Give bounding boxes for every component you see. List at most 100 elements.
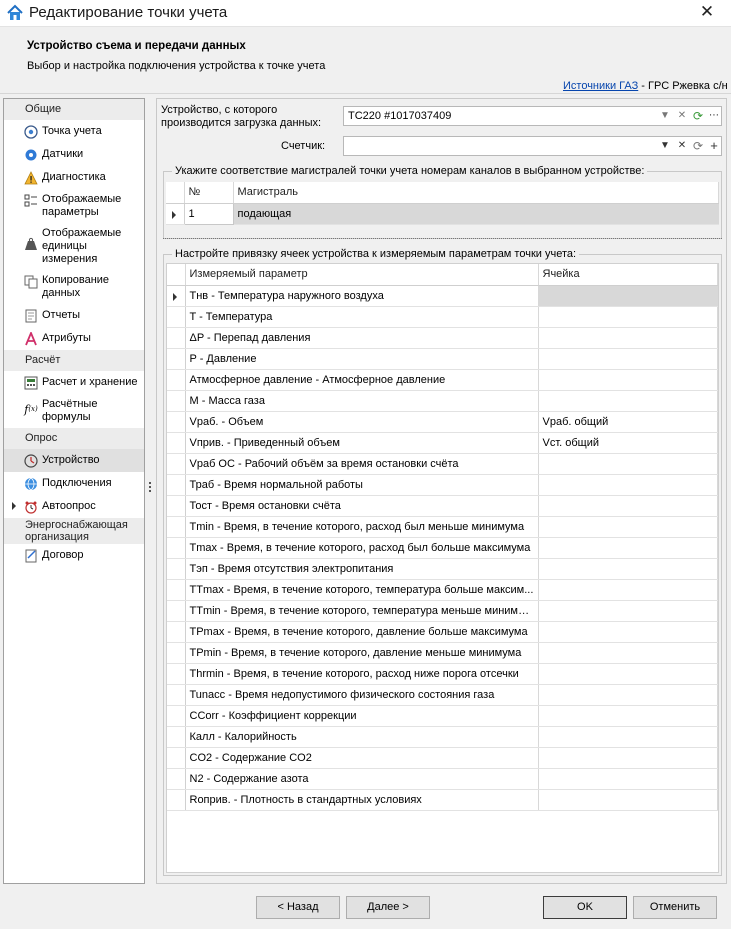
device-cell[interactable] (538, 558, 718, 580)
table-row[interactable]: TTmax - Время, в течение которого, темпе… (167, 579, 718, 601)
param-cell[interactable]: Tmax - Время, в течение которого, расход… (185, 537, 539, 559)
device-cell[interactable] (538, 663, 718, 685)
splitter-handle[interactable] (148, 480, 152, 500)
param-cell[interactable]: Vприв. - Приведенный объем (185, 432, 539, 454)
table-row[interactable]: Тэп - Время отсутствия электропитания (167, 558, 718, 580)
param-cell[interactable]: Тнв - Температура наружного воздуха (185, 285, 539, 307)
sidebar-item-display-units[interactable]: Отображаемые единицы измерения (4, 223, 144, 270)
param-cell[interactable]: TTmax - Время, в течение которого, темпе… (185, 579, 539, 601)
table-row[interactable]: Тнв - Температура наружного воздуха (167, 285, 718, 307)
param-cell[interactable]: Траб - Время нормальной работы (185, 474, 539, 496)
refresh-icon[interactable]: ⟳ (690, 108, 706, 124)
sidebar-item-point[interactable]: Точка учета (4, 120, 144, 143)
table-row[interactable]: Vраб ОС - Рабочий объём за время останов… (167, 453, 718, 475)
breadcrumb-link[interactable]: Источники ГАЗ (563, 80, 638, 92)
device-combo[interactable]: TC220 #1017037409 ▼ ✕ ⟳ ⋯ (343, 106, 722, 126)
table-row[interactable]: Калл - Калорийность (167, 726, 718, 748)
param-cell[interactable]: Vраб ОС - Рабочий объём за время останов… (185, 453, 539, 475)
sidebar-item-connections[interactable]: Подключения (4, 472, 144, 495)
table-row[interactable]: TPmax - Время, в течение которого, давле… (167, 621, 718, 643)
counter-combo[interactable]: ▼ ✕ ⟳ + (343, 136, 722, 156)
table-row[interactable]: TPmin - Время, в течение которого, давле… (167, 642, 718, 664)
table-row[interactable]: Vприв. - Приведенный объем Vст. общий (167, 432, 718, 454)
refresh-icon[interactable]: ⟳ (690, 138, 706, 154)
param-cell[interactable]: N2 - Содержание азота (185, 768, 539, 790)
device-cell[interactable] (538, 726, 718, 748)
next-button[interactable]: Далее > (346, 896, 430, 919)
table-row[interactable]: N2 - Содержание азота (167, 768, 718, 790)
param-cell[interactable]: Rоприв. - Плотность в стандартных услови… (185, 789, 539, 811)
table-row[interactable]: Тост - Время остановки счёта (167, 495, 718, 517)
splitter-line[interactable] (163, 238, 722, 239)
param-cell[interactable]: Vраб. - Объем (185, 411, 539, 433)
param-cell[interactable]: TTmin - Время, в течение которого, темпе… (185, 600, 539, 622)
column-header-main[interactable]: Магистраль (233, 182, 719, 204)
param-cell[interactable]: Тост - Время остановки счёта (185, 495, 539, 517)
column-header-param[interactable]: Измеряемый параметр (185, 264, 539, 286)
sidebar-item-diagnostics[interactable]: Диагностика (4, 166, 144, 189)
device-cell[interactable] (538, 684, 718, 706)
expand-arrow-icon[interactable] (12, 502, 16, 510)
chevron-down-icon[interactable]: ▼ (657, 138, 673, 154)
param-cell[interactable]: Tmin - Время, в течение которого, расход… (185, 516, 539, 538)
device-cell[interactable] (538, 306, 718, 328)
param-cell[interactable]: Tunacc - Время недопустимого физического… (185, 684, 539, 706)
device-cell[interactable] (538, 285, 718, 307)
param-cell[interactable]: Тэп - Время отсутствия электропитания (185, 558, 539, 580)
device-cell[interactable] (538, 600, 718, 622)
table-row[interactable]: CO2 - Содержание CO2 (167, 747, 718, 769)
device-cell[interactable] (538, 495, 718, 517)
table-row[interactable]: Vраб. - Объем Vраб. общий (167, 411, 718, 433)
device-cell[interactable]: Vраб. общий (538, 411, 718, 433)
device-cell[interactable] (538, 705, 718, 727)
cancel-button[interactable]: Отменить (633, 896, 717, 919)
sidebar-item-copy-data[interactable]: Копирование данных (4, 270, 144, 304)
device-cell[interactable] (538, 390, 718, 412)
table-row[interactable]: ΔP - Перепад давления (167, 327, 718, 349)
table-row[interactable]: Атмосферное давление - Атмосферное давле… (167, 369, 718, 391)
sidebar-item-calc-storage[interactable]: Расчет и хранение (4, 371, 144, 394)
param-cell[interactable]: ΔP - Перепад давления (185, 327, 539, 349)
device-cell[interactable] (538, 453, 718, 475)
table-row[interactable]: M - Масса газа (167, 390, 718, 412)
device-cell[interactable] (538, 621, 718, 643)
table-row[interactable]: Траб - Время нормальной работы (167, 474, 718, 496)
device-cell[interactable] (538, 537, 718, 559)
device-cell[interactable] (538, 348, 718, 370)
device-cell[interactable]: Vст. общий (538, 432, 718, 454)
clear-icon[interactable]: ✕ (674, 138, 690, 154)
sidebar-item-sensors[interactable]: Датчики (4, 143, 144, 166)
clear-icon[interactable]: ✕ (674, 108, 690, 124)
param-cell[interactable]: Thrmin - Время, в течение которого, расх… (185, 663, 539, 685)
table-row[interactable]: Tmin - Время, в течение которого, расход… (167, 516, 718, 538)
table-row[interactable]: T - Температура (167, 306, 718, 328)
table-row[interactable]: P - Давление (167, 348, 718, 370)
sidebar-item-display-params[interactable]: Отображаемые параметры (4, 189, 144, 223)
column-header-num[interactable]: № (184, 182, 234, 204)
table-row[interactable]: Tunacc - Время недопустимого физического… (167, 684, 718, 706)
table-row[interactable]: Tmax - Время, в течение которого, расход… (167, 537, 718, 559)
param-cell[interactable]: P - Давление (185, 348, 539, 370)
chevron-down-icon[interactable]: ▼ (657, 108, 673, 124)
param-cell[interactable]: Калл - Калорийность (185, 726, 539, 748)
device-cell[interactable] (538, 579, 718, 601)
column-header-cell[interactable]: Ячейка (538, 264, 718, 286)
channel-main-cell[interactable]: подающая (233, 203, 719, 225)
sidebar-item-attributes[interactable]: Атрибуты (4, 327, 144, 350)
device-cell[interactable] (538, 327, 718, 349)
param-cell[interactable]: TPmin - Время, в течение которого, давле… (185, 642, 539, 664)
param-cell[interactable]: CCorr - Коэффициент коррекции (185, 705, 539, 727)
sidebar-item-autopoll[interactable]: Автоопрос (4, 495, 144, 518)
channel-num-cell[interactable]: 1 (183, 202, 234, 225)
param-cell[interactable]: TPmax - Время, в течение которого, давле… (185, 621, 539, 643)
table-row[interactable]: 1 подающая (166, 202, 719, 225)
device-cell[interactable] (538, 768, 718, 790)
param-cell[interactable]: CO2 - Содержание CO2 (185, 747, 539, 769)
table-row[interactable]: CCorr - Коэффициент коррекции (167, 705, 718, 727)
table-row[interactable]: TTmin - Время, в течение которого, темпе… (167, 600, 718, 622)
param-cell[interactable]: M - Масса газа (185, 390, 539, 412)
table-row[interactable]: Rоприв. - Плотность в стандартных услови… (167, 789, 718, 811)
device-cell[interactable] (538, 642, 718, 664)
device-cell[interactable] (538, 474, 718, 496)
more-icon[interactable]: ⋯ (706, 108, 722, 124)
